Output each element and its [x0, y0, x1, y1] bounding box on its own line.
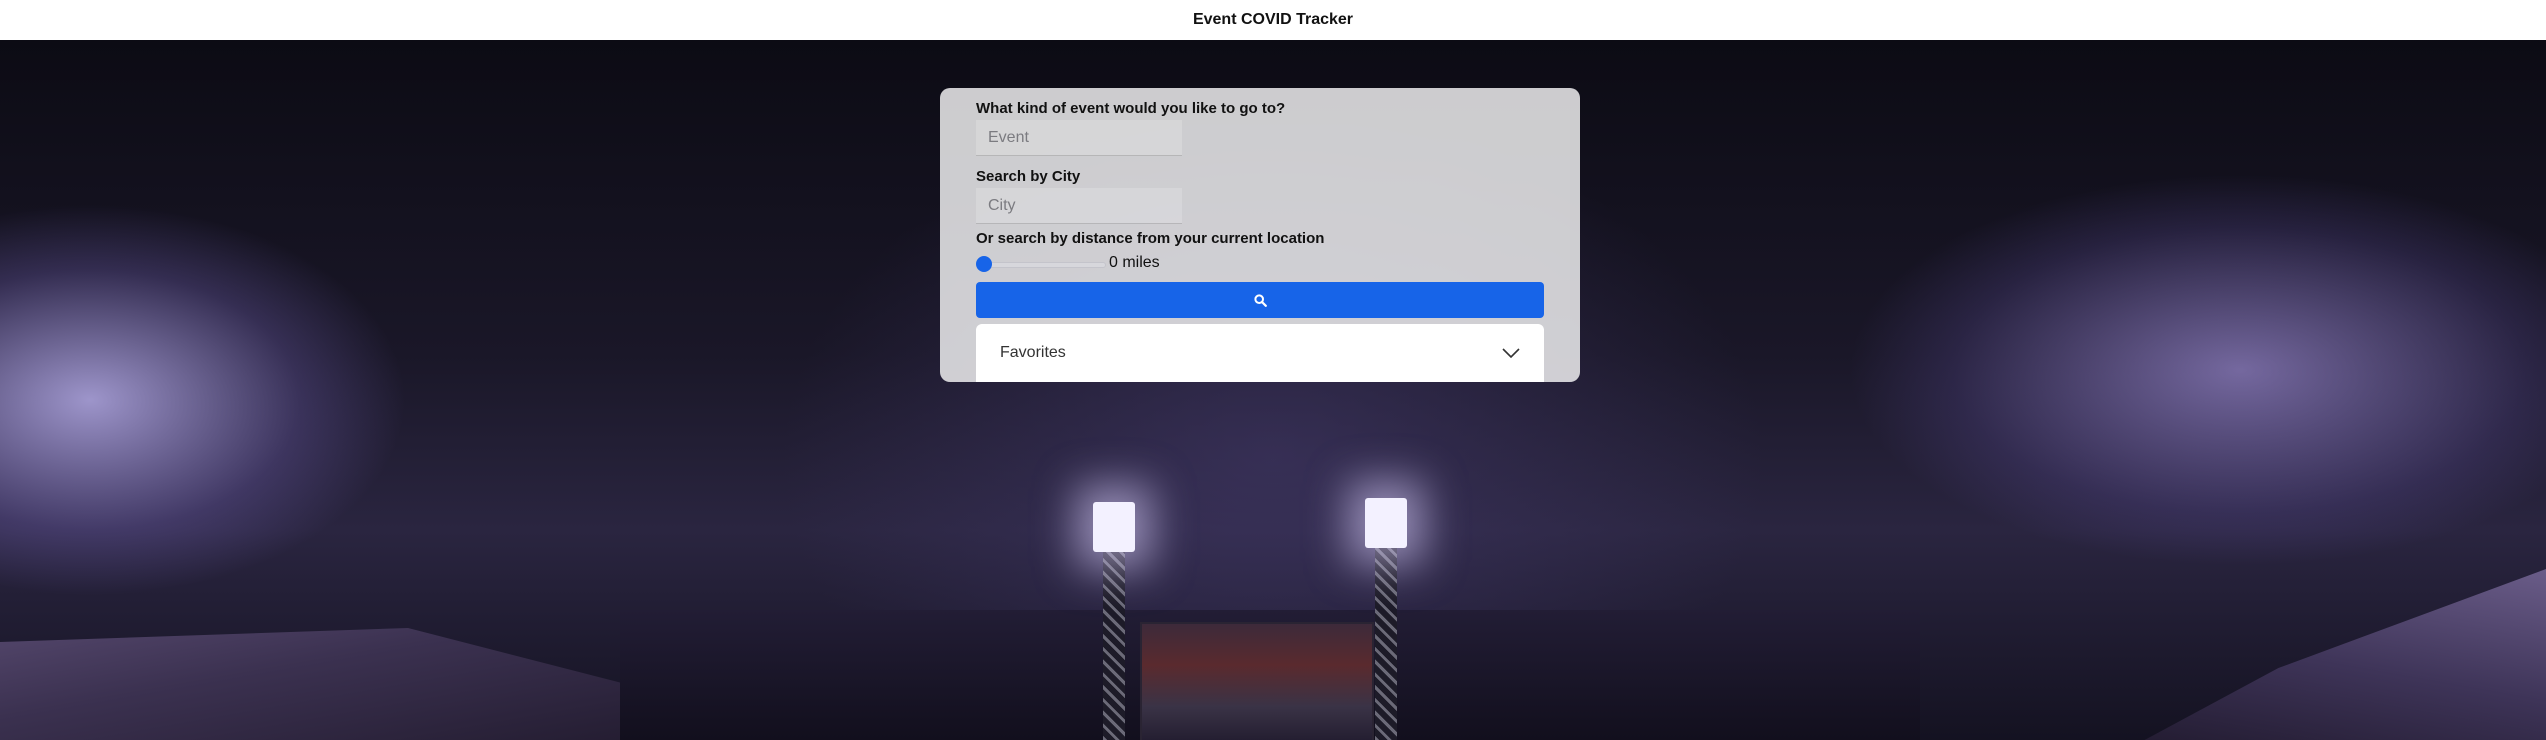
city-label: Search by City — [976, 168, 1081, 185]
top-header: Event COVID Tracker — [0, 0, 2546, 40]
distance-value: 0 miles — [1109, 254, 1160, 271]
left-stands — [0, 628, 680, 740]
slider-thumb[interactable] — [976, 256, 992, 272]
event-input[interactable] — [976, 120, 1182, 156]
distance-slider[interactable] — [976, 256, 1108, 272]
right-stands — [2144, 569, 2546, 740]
chevron-down-icon — [1502, 348, 1520, 358]
favorites-dropdown[interactable]: Favorites — [976, 324, 1544, 382]
stadium-light-right — [1365, 498, 1407, 548]
light-tower-left — [1103, 540, 1125, 740]
city-input[interactable] — [976, 188, 1182, 224]
light-tower-right — [1375, 540, 1397, 740]
event-label: What kind of event would you like to go … — [976, 100, 1286, 117]
stadium-light-left — [1093, 502, 1135, 552]
search-icon — [1253, 293, 1267, 307]
distance-label: Or search by distance from your current … — [976, 230, 1325, 247]
scoreboard — [1140, 622, 1374, 740]
app-title: Event COVID Tracker — [1192, 11, 1354, 28]
slider-track — [980, 262, 1106, 268]
search-panel: What kind of event would you like to go … — [940, 88, 1580, 382]
favorites-label: Favorites — [1000, 344, 1066, 361]
search-button[interactable] — [976, 282, 1544, 318]
